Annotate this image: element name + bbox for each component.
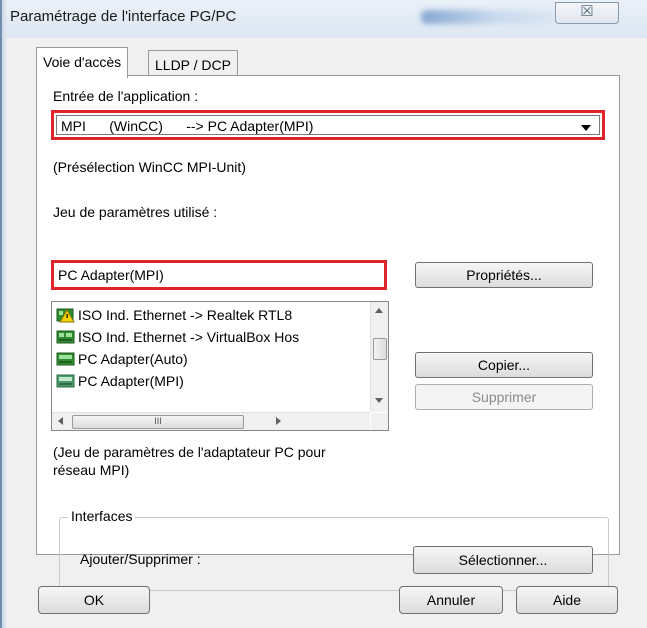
list-horizontal-scrollbar[interactable]: III (52, 412, 370, 430)
list-item-label: PC Adapter(MPI) (78, 373, 184, 389)
list-item[interactable]: PC Adapter(Auto) (56, 348, 356, 370)
copy-button[interactable]: Copier... (415, 352, 593, 378)
title-bar[interactable]: Paramétrage de l'interface PG/PC ☒ (6, 0, 647, 38)
tab-access-path[interactable]: Voie d'accès (36, 47, 129, 78)
scroll-down-icon[interactable] (375, 398, 383, 403)
network-warning-icon (56, 307, 76, 323)
tab-lldp-dcp[interactable]: LLDP / DCP (148, 50, 238, 76)
interfaces-group: Interfaces Ajouter/Supprimer : Sélection… (59, 508, 609, 591)
add-remove-label: Ajouter/Supprimer : (80, 551, 201, 567)
app-entry-value: MPI (WinCC) --> PC Adapter(MPI) (61, 118, 314, 134)
network-card-icon (56, 329, 76, 345)
pc-adapter-icon (56, 351, 76, 367)
list-item-label: PC Adapter(Auto) (78, 351, 188, 367)
list-item[interactable]: ISO Ind. Ethernet -> VirtualBox Hos (56, 326, 356, 348)
app-entry-label: Entrée de l'application : (53, 88, 199, 104)
list-vertical-scrollbar[interactable] (370, 302, 388, 412)
list-item-label: ISO Ind. Ethernet -> Realtek RTL8 (78, 307, 293, 323)
scrollbar-corner (371, 413, 388, 430)
description-line-1: (Jeu de paramètres de l'adaptateur PC po… (53, 444, 326, 460)
access-path-panel: Entrée de l'application : MPI (WinCC) --… (36, 75, 620, 591)
interfaces-group-label: Interfaces (68, 508, 136, 524)
properties-button[interactable]: Propriétés... (415, 262, 593, 288)
dialog-client-area: Voie d'accès LLDP / DCP Entrée de l'appl… (6, 38, 647, 628)
select-button[interactable]: Sélectionner... (413, 546, 593, 574)
list-item-label: ISO Ind. Ethernet -> VirtualBox Hos (78, 329, 300, 345)
ok-button[interactable]: OK (38, 586, 150, 614)
blurred-title-area (421, 10, 571, 24)
pc-adapter-mpi-icon (56, 373, 76, 389)
close-icon: ☒ (580, 3, 594, 20)
scroll-up-icon[interactable] (375, 308, 383, 313)
description-line-2: réseau MPI) (53, 462, 130, 478)
help-button[interactable]: Aide (516, 586, 618, 614)
horizontal-scroll-thumb[interactable]: III (72, 415, 244, 429)
param-set-label: Jeu de paramètres utilisé : (53, 204, 218, 220)
cancel-button[interactable]: Annuler (399, 586, 503, 614)
list-item[interactable]: PC Adapter(MPI) (56, 370, 356, 392)
close-button[interactable]: ☒ (555, 2, 619, 24)
scroll-left-icon[interactable] (58, 417, 63, 425)
preselection-text: (Présélection WinCC MPI-Unit) (53, 159, 246, 175)
app-entry-dropdown[interactable]: MPI (WinCC) --> PC Adapter(MPI) (51, 110, 605, 140)
delete-button: Supprimer (415, 384, 593, 410)
list-item[interactable]: ISO Ind. Ethernet -> Realtek RTL8 (56, 304, 356, 326)
param-set-list[interactable]: ISO Ind. Ethernet -> Realtek RTL8 ISO In… (51, 301, 389, 431)
scroll-grip-icon: III (154, 416, 162, 426)
chevron-down-icon (581, 125, 591, 131)
param-set-field[interactable]: PC Adapter(MPI) (51, 260, 387, 290)
vertical-scroll-thumb[interactable] (373, 338, 387, 360)
scroll-right-icon[interactable] (276, 417, 281, 425)
window-title: Paramétrage de l'interface PG/PC (10, 8, 237, 25)
